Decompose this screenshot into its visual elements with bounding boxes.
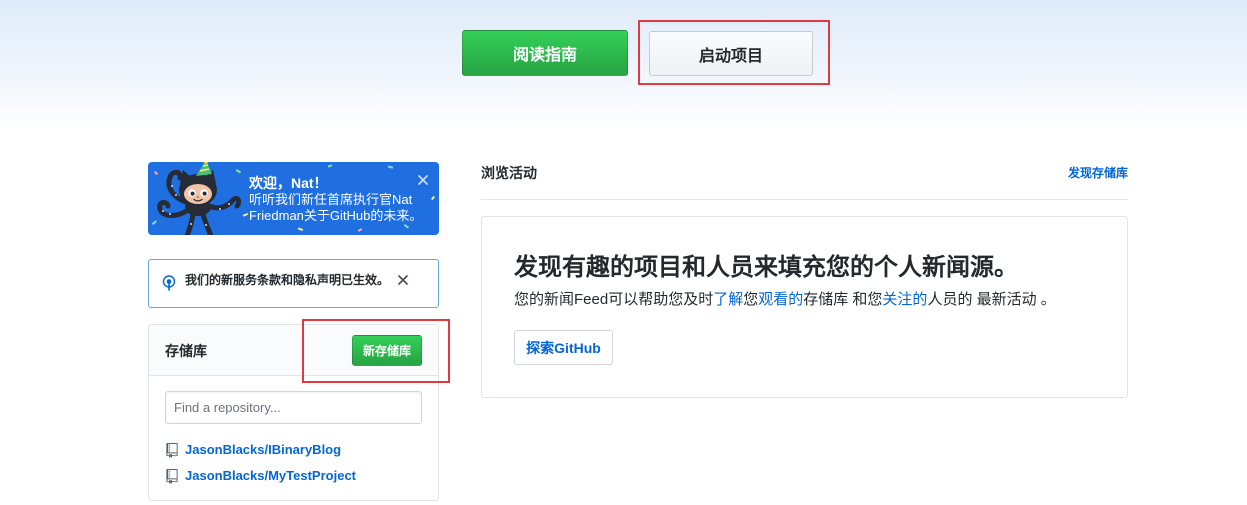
repositories-panel: 存储库 新存储库 JasonBlacks/IBinaryBlog JasonBl… bbox=[148, 324, 439, 501]
close-icon[interactable] bbox=[398, 275, 408, 285]
start-project-button[interactable]: 启动项目 bbox=[649, 31, 813, 76]
octocat-pupil-right bbox=[202, 191, 207, 196]
repository-list: JasonBlacks/IBinaryBlog JasonBlacks/MyTe… bbox=[149, 437, 438, 489]
repositories-title: 存储库 bbox=[165, 343, 207, 359]
desc-text: 您的新闻Feed可以帮助您及时 bbox=[514, 291, 714, 308]
broadcast-icon bbox=[162, 275, 176, 291]
discover-repositories-link[interactable]: 发现存储库 bbox=[1068, 165, 1128, 181]
octocat-pupil-left bbox=[190, 191, 195, 196]
confetti-piece bbox=[357, 228, 363, 232]
desc-text: 存储库 和您 bbox=[803, 291, 883, 308]
confetti-piece bbox=[387, 165, 394, 169]
empty-feed-card: 发现有趣的项目和人员来填充您的个人新闻源。 您的新闻Feed可以帮助您及时了解您… bbox=[481, 216, 1128, 398]
terms-notice: 我们的新服务条款和隐私声明已生效。 bbox=[148, 259, 439, 308]
confetti-piece bbox=[430, 195, 436, 201]
repo-icon bbox=[166, 443, 178, 458]
welcome-message: 欢迎，Nat！ 听听我们新任首席执行官Nat Friedman关于GitHub的… bbox=[249, 174, 422, 224]
desc-link-watching[interactable]: 观看的 bbox=[758, 291, 803, 308]
notice-text[interactable]: 我们的新服务条款和隐私声明已生效。 bbox=[185, 272, 389, 288]
new-repository-button[interactable]: 新存储库 bbox=[352, 335, 422, 366]
feed-card-heading: 发现有趣的项目和人员来填充您的个人新闻源。 bbox=[514, 254, 1018, 281]
divider bbox=[481, 199, 1128, 200]
repository-link[interactable]: JasonBlacks/IBinaryBlog bbox=[185, 442, 341, 458]
welcome-body-line[interactable]: Friedman关于GitHub的未来。 bbox=[249, 208, 422, 224]
list-item: JasonBlacks/MyTestProject bbox=[149, 463, 438, 489]
list-item: JasonBlacks/IBinaryBlog bbox=[149, 437, 438, 463]
repositories-header: 存储库 新存储库 bbox=[149, 325, 438, 376]
confetti-piece bbox=[403, 224, 410, 229]
explore-github-button[interactable]: 探索GitHub bbox=[514, 330, 613, 365]
welcome-body-line[interactable]: 听听我们新任首席执行官Nat bbox=[249, 192, 421, 208]
feed-card-description: 您的新闻Feed可以帮助您及时了解您观看的存储库 和您关注的人员的 最新活动 。 bbox=[514, 289, 1056, 311]
octocat-party-icon bbox=[157, 162, 242, 235]
repo-icon bbox=[166, 469, 178, 484]
feed-title: 浏览活动 bbox=[481, 165, 537, 181]
confetti-piece bbox=[327, 164, 333, 168]
repository-link[interactable]: JasonBlacks/MyTestProject bbox=[185, 468, 356, 484]
confetti-piece bbox=[297, 227, 304, 231]
close-icon[interactable] bbox=[417, 174, 429, 186]
repository-search-input[interactable] bbox=[165, 391, 422, 424]
welcome-banner: 欢迎，Nat！ 听听我们新任首席执行官Nat Friedman关于GitHub的… bbox=[148, 162, 439, 235]
octocat-nose bbox=[197, 196, 199, 198]
desc-link-learn[interactable]: 了解 bbox=[713, 291, 743, 308]
desc-text: 您 bbox=[743, 291, 759, 308]
welcome-title: 欢迎，Nat！ bbox=[249, 175, 328, 191]
desc-text: 人员的 最新活动 。 bbox=[927, 291, 1056, 308]
read-guide-button[interactable]: 阅读指南 bbox=[462, 30, 628, 76]
party-hat bbox=[196, 162, 212, 176]
desc-link-following[interactable]: 关注的 bbox=[882, 291, 927, 308]
